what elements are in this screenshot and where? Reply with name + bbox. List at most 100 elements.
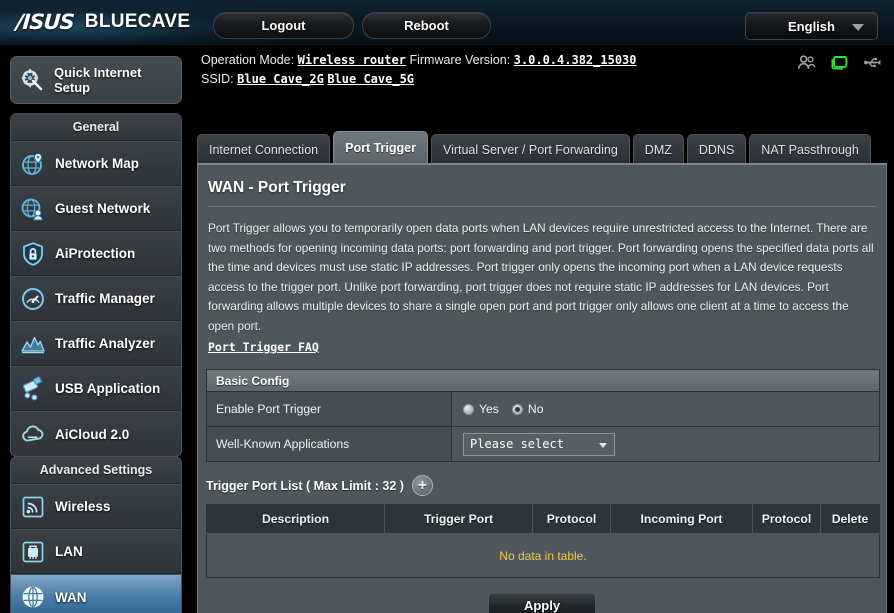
router-model-name: BLUECAVE — [84, 11, 191, 32]
trigger-port-list-heading: Trigger Port List ( Max Limit : 32 ) — [206, 478, 404, 493]
table-header-row: Description Trigger Port Protocol Incomi… — [206, 504, 880, 534]
traffic-analyzer-icon — [21, 336, 45, 353]
sidebar-item-label: WAN — [55, 589, 87, 605]
quick-setup-icon — [21, 68, 43, 91]
column-header-description: Description — [206, 504, 385, 534]
column-header-protocol-incoming: Protocol — [752, 504, 821, 534]
well-known-apps-value: Please select — [451, 426, 880, 462]
port-trigger-faq-link[interactable]: Port Trigger FAQ — [208, 340, 319, 354]
router-admin-page: /ISUS BLUECAVE Logout Reboot English Qui… — [0, 0, 894, 613]
operation-mode-label: Operation Mode: — [201, 53, 295, 67]
language-selector[interactable]: English — [745, 12, 878, 40]
network-map-icon — [22, 152, 43, 175]
empty-table-message: No data in table. — [206, 533, 880, 578]
apply-button[interactable]: Apply — [488, 592, 596, 613]
tab-virtual-server[interactable]: Virtual Server / Port Forwarding — [430, 134, 630, 164]
quick-internet-setup-button[interactable]: Quick Internet Setup — [10, 56, 182, 104]
radio-yes-label: Yes — [479, 402, 499, 416]
sidebar-group-general: General Network Map Guest Network AiProt… — [10, 113, 182, 457]
tab-nat-passthrough[interactable]: NAT Passthrough — [749, 134, 871, 164]
radio-no-icon[interactable] — [511, 403, 523, 415]
well-known-apps-label: Well-Known Applications — [206, 426, 452, 462]
usb-application-icon — [22, 376, 42, 400]
column-header-protocol-trigger: Protocol — [532, 504, 611, 534]
ssid-2g-value[interactable]: Blue Cave_2G — [237, 72, 324, 86]
well-known-apps-select[interactable]: Please select — [463, 432, 615, 456]
tab-port-trigger[interactable]: Port Trigger — [333, 131, 428, 164]
radio-option-no[interactable]: No — [511, 402, 543, 416]
well-known-apps-selected: Please select — [470, 437, 564, 451]
content-panel: WAN - Port Trigger Port Trigger allows y… — [197, 163, 887, 613]
enable-port-trigger-label: Enable Port Trigger — [206, 391, 452, 427]
sidebar-item-label: AiCloud 2.0 — [55, 426, 130, 442]
column-header-delete: Delete — [820, 504, 880, 534]
basic-config-title: Basic Config — [206, 369, 880, 392]
aiprotection-icon — [23, 241, 43, 266]
status-line: Operation Mode: Wireless router Firmware… — [201, 51, 761, 89]
sidebar-group-advanced: Advanced Settings Wireless LAN WAN — [10, 456, 182, 613]
usb-icon[interactable] — [863, 53, 882, 72]
sidebar-item-lan[interactable]: LAN — [11, 529, 181, 574]
ssid-5g-value[interactable]: Blue Cave_5G — [327, 72, 414, 86]
tab-ddns[interactable]: DDNS — [686, 134, 747, 164]
brand-logo: /ISUS BLUECAVE — [15, 10, 191, 34]
table-empty-row: No data in table. — [206, 533, 880, 578]
chevron-down-icon — [852, 24, 864, 31]
apply-button-container: Apply — [198, 592, 886, 613]
trigger-port-table: Description Trigger Port Protocol Incomi… — [206, 504, 880, 578]
sidebar-item-wireless[interactable]: Wireless — [11, 484, 181, 529]
sidebar-item-label: USB Application — [55, 381, 161, 396]
add-plus-icon: + — [417, 476, 428, 494]
page-title: WAN - Port Trigger — [208, 179, 346, 196]
firmware-value[interactable]: 3.0.0.4.382_15030 — [514, 53, 637, 67]
sidebar-item-guest-network[interactable]: Guest Network — [11, 186, 181, 231]
top-bar: /ISUS BLUECAVE Logout Reboot English — [0, 0, 894, 45]
operation-mode-value[interactable]: Wireless router — [298, 53, 406, 67]
status-row-operation: Operation Mode: Wireless router Firmware… — [201, 51, 761, 70]
lan-icon — [22, 541, 44, 562]
traffic-manager-icon — [22, 287, 44, 310]
firmware-label: Firmware Version: — [409, 53, 511, 67]
logout-button[interactable]: Logout — [213, 12, 354, 39]
tab-internet-connection[interactable]: Internet Connection — [197, 134, 331, 164]
quick-setup-label: Quick Internet Setup — [54, 65, 142, 95]
ssid-label: SSID: — [201, 72, 234, 86]
radio-yes-icon[interactable] — [463, 403, 474, 415]
page-description: Port Trigger allows you to temporarily o… — [208, 221, 874, 333]
sidebar-item-label: Wireless — [55, 499, 111, 514]
sidebar-group-title-general: General — [11, 114, 181, 141]
wan-icon — [22, 586, 44, 608]
sidebar: Quick Internet Setup General Network Map — [0, 45, 193, 613]
status-icon-group — [797, 53, 882, 72]
add-rule-button[interactable]: + — [411, 475, 433, 496]
tab-dmz[interactable]: DMZ — [632, 134, 684, 164]
sidebar-item-wan[interactable]: WAN — [11, 574, 181, 613]
sidebar-group-title-advanced: Advanced Settings — [11, 457, 181, 484]
basic-config-table: Basic Config Enable Port Trigger Yes No … — [206, 369, 880, 462]
asus-logo-icon: /ISUS — [15, 10, 75, 34]
sidebar-item-label: Traffic Manager — [55, 291, 155, 306]
language-label: English — [788, 18, 835, 34]
clients-icon[interactable] — [797, 53, 816, 72]
column-header-trigger-port: Trigger Port — [384, 504, 533, 534]
enable-radio-group: Yes No — [463, 402, 879, 416]
enable-port-trigger-value: Yes No — [451, 391, 880, 427]
trigger-port-list-header: Trigger Port List ( Max Limit : 32 ) + — [206, 475, 886, 496]
title-divider — [208, 206, 876, 207]
aicloud-icon — [22, 425, 44, 442]
sidebar-item-aicloud[interactable]: AiCloud 2.0 — [11, 411, 181, 456]
radio-option-yes[interactable]: Yes — [463, 402, 499, 416]
network-monitor-icon[interactable] — [830, 53, 849, 72]
sidebar-item-network-map[interactable]: Network Map — [11, 141, 181, 186]
sidebar-item-aiprotection[interactable]: AiProtection — [11, 231, 181, 276]
column-header-incoming-port: Incoming Port — [610, 504, 753, 534]
reboot-button[interactable]: Reboot — [362, 12, 491, 39]
sidebar-item-usb-application[interactable]: USB Application — [11, 366, 181, 411]
main-content: Operation Mode: Wireless router Firmware… — [193, 45, 894, 613]
sidebar-item-traffic-analyzer[interactable]: Traffic Analyzer — [11, 321, 181, 366]
sidebar-item-label: Network Map — [55, 156, 140, 171]
sidebar-item-traffic-manager[interactable]: Traffic Manager — [11, 276, 181, 321]
sidebar-item-label: Traffic Analyzer — [55, 336, 156, 351]
status-row-ssid: SSID: Blue Cave_2G Blue Cave_5G — [201, 70, 761, 89]
tab-bar: Internet Connection Port Trigger Virtual… — [197, 131, 871, 164]
